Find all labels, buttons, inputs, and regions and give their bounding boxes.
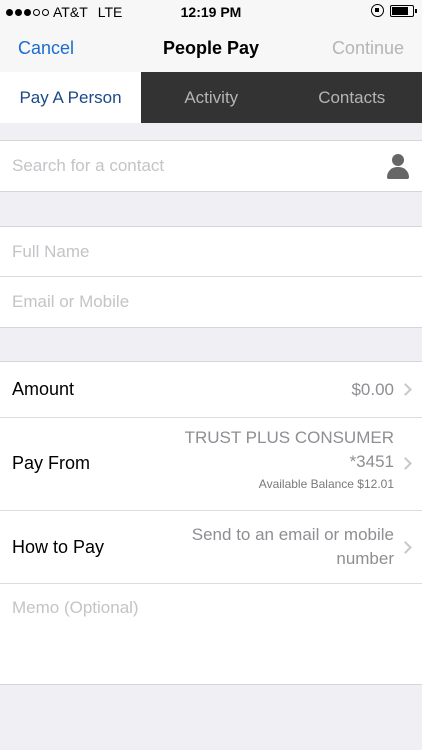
memo-field[interactable]: Memo (Optional) [0,584,422,684]
pay-from-number: *3451 [349,452,394,471]
rotation-lock-icon [371,4,384,17]
tab-activity[interactable]: Activity [141,72,282,123]
how-to-pay-row[interactable]: How to Pay Send to an email or mobile nu… [0,511,422,584]
full-name-placeholder: Full Name [12,241,90,261]
battery-icon [390,4,417,17]
memo-placeholder: Memo (Optional) [12,598,139,617]
continue-button[interactable]: Continue [332,38,404,59]
status-bar: AT&T LTE 12:19 PM [0,0,422,24]
tab-bar: Pay A Person Activity Contacts [0,72,422,123]
status-time: 12:19 PM [180,4,242,20]
payment-group: Amount $0.00 Pay From TRUST PLUS CONSUME… [0,361,422,685]
tab-pay-a-person[interactable]: Pay A Person [0,72,141,123]
search-group: Search for a contact [0,140,422,192]
tab-label: Pay A Person [19,87,122,107]
how-to-pay-label: How to Pay [12,537,105,557]
search-placeholder: Search for a contact [12,156,165,175]
amount-label: Amount [12,379,75,399]
how-to-pay-line2: number [336,549,394,568]
how-to-pay-value: Send to an email or mobile number [192,523,394,571]
pay-from-label: Pay From [12,453,91,473]
person-icon[interactable] [387,154,409,179]
amount-value: $0.00 [351,380,394,399]
pay-from-row[interactable]: Pay From TRUST PLUS CONSUMER *3451 Avail… [0,418,422,511]
tab-label: Activity [184,87,239,107]
recipient-group: Full Name Email or Mobile [0,226,422,328]
available-balance: Available Balance $12.01 [258,477,394,491]
tab-label: Contacts [318,87,386,107]
status-right [371,4,417,17]
email-mobile-placeholder: Email or Mobile [12,292,130,311]
chevron-right-icon [399,457,412,470]
how-to-pay-line1: Send to an email or mobile [191,525,394,544]
amount-row[interactable]: Amount $0.00 [0,362,422,418]
email-mobile-field[interactable]: Email or Mobile [0,277,422,327]
full-name-field[interactable]: Full Name [0,227,422,277]
tab-contacts[interactable]: Contacts [282,72,422,123]
chevron-right-icon [399,383,412,396]
chevron-right-icon [399,541,412,554]
search-input[interactable]: Search for a contact [0,141,422,191]
pay-from-account: TRUST PLUS CONSUMER [184,428,394,447]
navigation-bar: Cancel People Pay Continue [0,24,422,72]
pay-from-value: TRUST PLUS CONSUMER *3451 Available Bala… [185,426,394,492]
